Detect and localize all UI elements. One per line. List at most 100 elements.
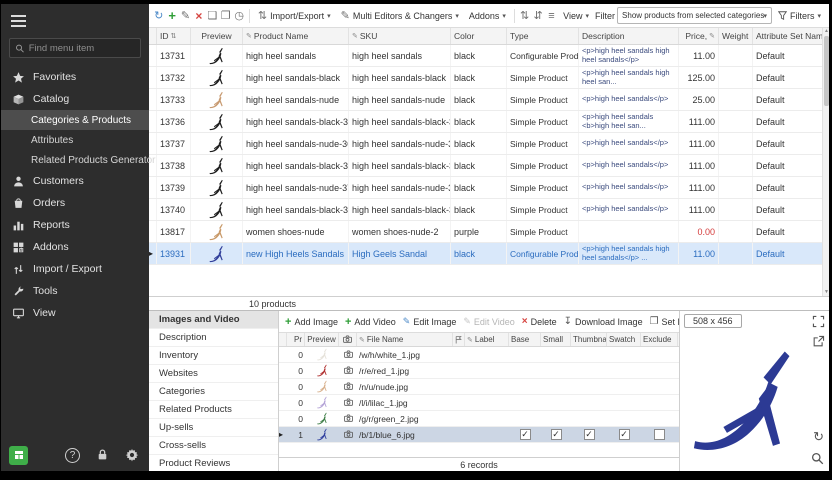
column-header-small[interactable]: Small (541, 333, 571, 346)
table-row[interactable]: 13737 high heel sandals-nude-36 high hee… (149, 133, 822, 155)
edit-product-button[interactable]: ✎ (180, 7, 191, 24)
import-export-menu[interactable]: ⇅ Import/Export ▾ (254, 5, 335, 26)
tab-categories[interactable]: Categories (149, 383, 278, 401)
tab-related-products[interactable]: Related Products (149, 401, 278, 419)
add-image-button[interactable]: +Add Image (285, 316, 338, 328)
scroll-down-icon[interactable]: ▼ (823, 289, 829, 296)
set-resize-rule-menu[interactable]: ❐Set Resize Rule▾ (650, 316, 679, 327)
download-image-button[interactable]: ↧Download Image (564, 316, 643, 327)
base-checkbox[interactable]: ✓ (520, 429, 531, 440)
small-checkbox[interactable]: ✓ (551, 429, 562, 440)
menu-icon[interactable] (1, 4, 149, 36)
scrollbar-thumb[interactable] (824, 36, 829, 106)
table-row[interactable]: 13733 high heel sandals-nude high heel s… (149, 89, 822, 111)
column-header-weight[interactable]: Weight (719, 28, 753, 44)
refresh-button[interactable]: ↻ (153, 7, 164, 24)
image-row[interactable]: 0 /g/r/green_2.jpg (279, 411, 679, 427)
image-row[interactable]: 0 /w/h/white_1.jpg (279, 347, 679, 363)
column-header-product-name[interactable]: ✎Product Name (243, 28, 349, 44)
table-row[interactable]: 13738 high heel sandals-black-37 high he… (149, 155, 822, 177)
vertical-scrollbar[interactable]: ▲ ▼ (822, 28, 829, 296)
tab-product-reviews[interactable]: Product Reviews (149, 455, 278, 471)
sidebar-item-related-products-generator[interactable]: Related Products Generator (1, 150, 149, 170)
sidebar-item-view[interactable]: View (1, 302, 149, 324)
image-row[interactable]: 0 /r/e/red_1.jpg (279, 363, 679, 379)
column-header-label[interactable]: ✎Label (465, 333, 509, 346)
column-header-preview[interactable]: Preview (305, 333, 339, 346)
tab-description[interactable]: Description (149, 329, 278, 347)
sidebar-item-catalog[interactable]: Catalog (1, 88, 149, 110)
multi-editors-menu[interactable]: ✎ Multi Editors & Changers ▾ (337, 5, 463, 26)
tab-cross-sells[interactable]: Cross-sells (149, 437, 278, 455)
column-header-file-name[interactable]: ✎File Name (357, 333, 453, 346)
column-header-priority[interactable]: Pr (287, 333, 305, 346)
sidebar-item-tools[interactable]: Tools (1, 280, 149, 302)
sort-ascending-button[interactable]: ⇅ (519, 7, 530, 24)
copy-button[interactable]: ❏ (207, 7, 218, 24)
group-button[interactable]: ≡ (546, 7, 557, 24)
table-row-selected[interactable]: ▸ 13931 new High Heels Sandals High Geel… (149, 243, 822, 265)
table-row[interactable]: 13739 high heel sandals-nude-37 high hee… (149, 177, 822, 199)
column-header-sku[interactable]: ✎SKU (349, 28, 451, 44)
fullscreen-icon[interactable] (812, 315, 825, 328)
column-header-preview[interactable]: Preview (191, 28, 243, 44)
filters-menu[interactable]: Filters ▾ (774, 9, 825, 23)
open-external-icon[interactable] (812, 335, 825, 348)
history-button[interactable]: ◷ (233, 7, 244, 24)
table-row[interactable]: 13732 high heel sandals-black high heel … (149, 67, 822, 89)
delete-image-button[interactable]: ×Delete (522, 316, 557, 327)
store-icon[interactable] (9, 446, 28, 465)
column-header-type[interactable]: Type (507, 28, 579, 44)
gear-icon[interactable] (125, 448, 139, 462)
column-header-flag[interactable] (453, 333, 465, 346)
sidebar-item-import-export[interactable]: Import / Export (1, 258, 149, 280)
column-header-color[interactable]: Color (451, 28, 507, 44)
rotate-icon[interactable]: ↻ (813, 429, 824, 445)
image-row-selected[interactable]: ▸ 1 /b/1/blue_6.jpg ✓ ✓ ✓ ✓ (279, 427, 679, 443)
addons-menu[interactable]: Addons ▾ (465, 9, 510, 23)
edit-video-button[interactable]: ✎Edit Video (463, 316, 514, 327)
column-header-thumbnail[interactable]: Thumbna (571, 333, 607, 346)
image-row[interactable]: 0 /l/i/lilac_1.jpg (279, 395, 679, 411)
table-row[interactable]: 13736 high heel sandals-black-36 high he… (149, 111, 822, 133)
zoom-icon[interactable] (811, 452, 824, 465)
thumbnail-checkbox[interactable]: ✓ (584, 429, 595, 440)
tab-images-and-video[interactable]: Images and Video (149, 311, 278, 329)
sort-descending-button[interactable]: ⇵ (532, 7, 543, 24)
column-header-attribute-set[interactable]: Attribute Set Name (753, 28, 822, 44)
tab-up-sells[interactable]: Up-sells (149, 419, 278, 437)
column-header-id[interactable]: ID⇅ (157, 28, 191, 44)
help-icon[interactable]: ? (65, 448, 80, 463)
column-header-exclude[interactable]: Exclude (641, 333, 678, 346)
tab-websites[interactable]: Websites (149, 365, 278, 383)
sidebar-item-favorites[interactable]: Favorites (1, 66, 149, 88)
tab-inventory[interactable]: Inventory (149, 347, 278, 365)
sidebar-item-categories-products[interactable]: Categories & Products (1, 110, 149, 130)
table-row[interactable]: 13817 women shoes-nude women shoes-nude-… (149, 221, 822, 243)
column-header-price[interactable]: Price,✎ (679, 28, 719, 44)
table-row[interactable]: 13731 high heel sandals high heel sandal… (149, 45, 822, 67)
image-row[interactable]: 0 /n/u/nude.jpg (279, 379, 679, 395)
sidebar-item-orders[interactable]: Orders (1, 192, 149, 214)
scroll-up-icon[interactable]: ▲ (823, 28, 829, 35)
lock-icon[interactable] (96, 448, 109, 462)
add-product-button[interactable]: + (166, 7, 177, 24)
sidebar-item-addons[interactable]: Addons (1, 236, 149, 258)
table-row[interactable]: 13740 high heel sandals-black-38 high he… (149, 199, 822, 221)
add-video-button[interactable]: +Add Video (345, 316, 396, 328)
column-header-base[interactable]: Base (509, 333, 541, 346)
category-filter-select[interactable]: Show products from selected categories ▾ (617, 7, 772, 24)
column-header-swatch[interactable]: Swatch (607, 333, 641, 346)
column-header-description[interactable]: Description (579, 28, 679, 44)
sidebar-item-customers[interactable]: Customers (1, 170, 149, 192)
view-menu[interactable]: View ▾ (559, 9, 593, 23)
sidebar-item-attributes[interactable]: Attributes (1, 130, 149, 150)
search-input[interactable] (29, 43, 135, 54)
swatch-checkbox[interactable]: ✓ (619, 429, 630, 440)
exclude-checkbox[interactable] (654, 429, 665, 440)
edit-image-button[interactable]: ✎Edit Image (403, 316, 457, 327)
paste-button[interactable]: ❐ (220, 7, 231, 24)
delete-product-button[interactable]: × (193, 7, 204, 24)
sidebar-item-reports[interactable]: Reports (1, 214, 149, 236)
column-header-camera[interactable] (339, 333, 357, 346)
